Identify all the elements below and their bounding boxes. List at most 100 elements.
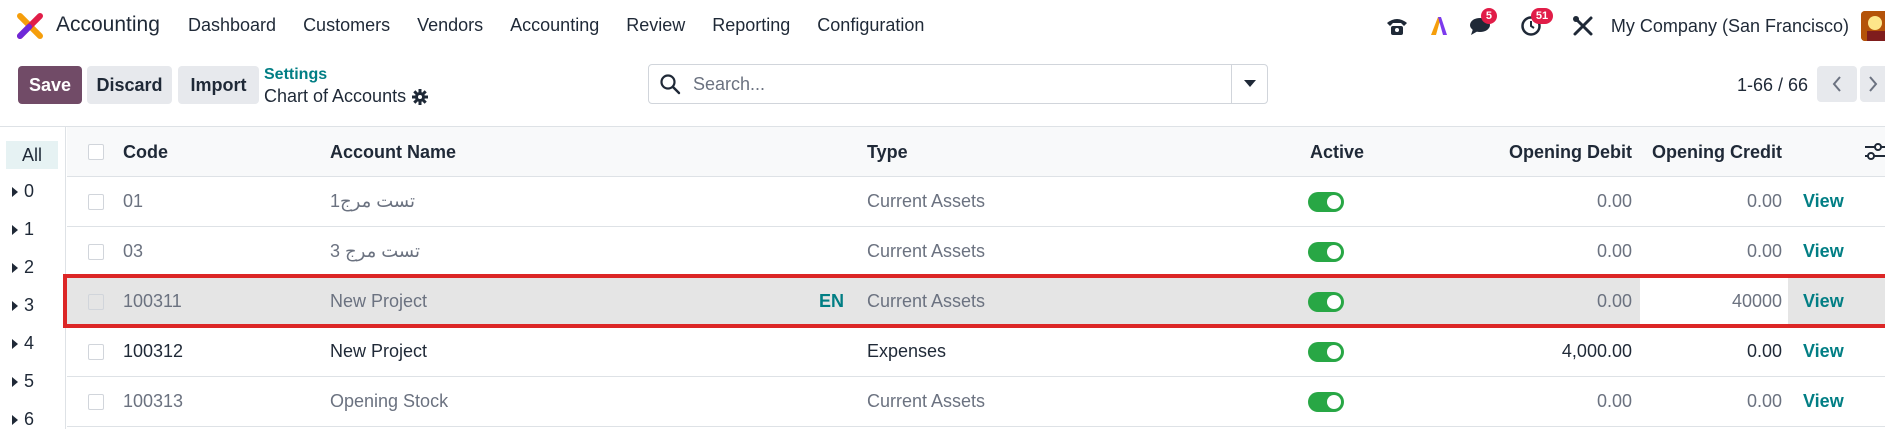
table-row[interactable]: 100313 Opening Stock Current Assets 0.00… — [67, 377, 1885, 427]
table-row-selected[interactable]: 100311 New Project EN Current Assets 0.0… — [67, 277, 1885, 327]
app-name[interactable]: Accounting — [56, 13, 160, 37]
caret-right-icon — [12, 376, 18, 387]
side-item-group[interactable]: 0 — [12, 181, 34, 202]
cell-opening-debit[interactable]: 0.00 — [1467, 191, 1632, 212]
cell-code[interactable]: 100311 — [123, 291, 182, 312]
column-header-type[interactable]: Type — [867, 142, 908, 163]
main-menu: Dashboard Customers Vendors Accounting R… — [188, 15, 951, 36]
cell-opening-credit[interactable]: 0.00 — [1647, 391, 1782, 412]
active-toggle[interactable] — [1308, 342, 1344, 362]
column-header-code[interactable]: Code — [123, 142, 168, 163]
side-item-label: 0 — [24, 181, 35, 201]
cell-account-name[interactable]: تست مرج1 — [330, 191, 415, 212]
side-item-label: 6 — [24, 409, 35, 429]
row-checkbox[interactable] — [88, 244, 104, 260]
cell-opening-credit[interactable]: 40000 — [1647, 291, 1782, 312]
cell-code: 01 — [123, 191, 144, 211]
cell-type[interactable]: Expenses — [867, 341, 946, 362]
cell-opening-credit[interactable]: 0.00 — [1647, 191, 1782, 212]
side-item-label: 3 — [24, 295, 35, 315]
cell-opening-credit[interactable]: 0.00 — [1647, 241, 1782, 262]
caret-right-icon — [12, 414, 18, 425]
side-item-group[interactable]: 3 — [12, 295, 34, 316]
search-options-toggle[interactable] — [1231, 65, 1267, 103]
discard-button[interactable]: Discard — [87, 66, 172, 104]
table-row[interactable]: 100312 New Project Expenses 4,000.00 0.0… — [67, 327, 1885, 377]
chat-icon[interactable]: 5 — [1467, 8, 1498, 40]
gear-icon[interactable] — [411, 88, 429, 106]
side-item-label: 5 — [24, 371, 35, 391]
view-button[interactable]: View — [1803, 391, 1844, 412]
menu-customers[interactable]: Customers — [303, 15, 390, 36]
search-input[interactable] — [693, 73, 1223, 95]
menu-dashboard[interactable]: Dashboard — [188, 15, 276, 36]
cell-opening-debit[interactable]: 0.00 — [1467, 291, 1632, 312]
column-header-account-name[interactable]: Account Name — [330, 142, 456, 163]
menu-configuration[interactable]: Configuration — [817, 15, 924, 36]
column-header-opening-credit[interactable]: Opening Credit — [1647, 142, 1782, 163]
column-header-opening-debit[interactable]: Opening Debit — [1467, 142, 1632, 163]
menu-review[interactable]: Review — [626, 15, 685, 36]
chevron-left-icon — [1832, 76, 1841, 92]
cell-account-name[interactable]: Opening Stock — [330, 391, 448, 412]
side-item-all[interactable]: All — [6, 141, 58, 169]
phone-icon[interactable] — [1383, 12, 1411, 40]
odoo-accounting-logo-icon[interactable] — [16, 12, 44, 40]
menu-vendors[interactable]: Vendors — [417, 15, 483, 36]
page-title: Chart of Accounts — [264, 86, 407, 106]
side-item-group[interactable]: 2 — [12, 257, 34, 278]
cell-type[interactable]: Current Assets — [867, 191, 985, 212]
group-side-panel: All 0 1 2 3 4 5 6 — [0, 127, 66, 429]
cell-type[interactable]: Current Assets — [867, 291, 985, 312]
row-checkbox[interactable] — [88, 394, 104, 410]
active-toggle[interactable] — [1308, 292, 1344, 312]
ai-icon[interactable] — [1425, 12, 1453, 40]
view-button[interactable]: View — [1803, 291, 1844, 312]
active-toggle[interactable] — [1308, 392, 1344, 412]
cell-opening-debit[interactable]: 4,000.00 — [1467, 341, 1632, 362]
import-button[interactable]: Import — [178, 66, 259, 104]
cell-account-name[interactable]: New Project — [330, 291, 427, 312]
table-row[interactable]: 03 تست مرج 3 Current Assets 0.00 0.00 Vi… — [67, 227, 1885, 277]
cell-account-name[interactable]: New Project — [330, 341, 427, 362]
view-button[interactable]: View — [1803, 191, 1844, 212]
side-item-group[interactable]: 5 — [12, 371, 34, 392]
select-all-checkbox[interactable] — [88, 144, 104, 160]
cell-type[interactable]: Current Assets — [867, 241, 985, 262]
tools-icon[interactable] — [1569, 12, 1597, 40]
cell-code: 100312 — [123, 341, 184, 361]
breadcrumb-settings[interactable]: Settings — [264, 66, 327, 84]
table-row[interactable]: 01 تست مرج1 Current Assets 0.00 0.00 Vie… — [67, 177, 1885, 227]
row-checkbox[interactable] — [88, 294, 104, 310]
pager-next-button[interactable] — [1860, 66, 1885, 102]
pager-value[interactable]: 1-66 / 66 — [1737, 75, 1808, 96]
clock-icon[interactable]: 51 — [1517, 8, 1554, 40]
cell-account-name[interactable]: تست مرج 3 — [330, 241, 420, 262]
avatar[interactable] — [1861, 11, 1885, 41]
view-button[interactable]: View — [1803, 241, 1844, 262]
cell-opening-credit[interactable]: 0.00 — [1647, 341, 1782, 362]
cell-code: 100313 — [123, 391, 184, 411]
side-item-group[interactable]: 1 — [12, 219, 34, 240]
menu-accounting[interactable]: Accounting — [510, 15, 599, 36]
translation-language-button[interactable]: EN — [819, 291, 844, 312]
cell-opening-debit[interactable]: 0.00 — [1467, 241, 1632, 262]
company-switcher[interactable]: My Company (San Francisco) — [1611, 16, 1849, 37]
column-header-active[interactable]: Active — [1310, 142, 1364, 163]
side-item-group[interactable]: 6 — [12, 409, 34, 429]
cell-type[interactable]: Current Assets — [867, 391, 985, 412]
view-button[interactable]: View — [1803, 341, 1844, 362]
side-item-group[interactable]: 4 — [12, 333, 34, 354]
menu-reporting[interactable]: Reporting — [712, 15, 790, 36]
save-button[interactable]: Save — [18, 66, 82, 104]
table-header: Code Account Name Type Active Opening De… — [67, 127, 1885, 177]
cell-opening-debit[interactable]: 0.00 — [1467, 391, 1632, 412]
row-checkbox[interactable] — [88, 194, 104, 210]
active-toggle[interactable] — [1308, 242, 1344, 262]
pager-previous-button[interactable] — [1817, 66, 1857, 102]
caret-right-icon — [12, 186, 18, 197]
optional-columns-icon[interactable] — [1863, 141, 1885, 163]
side-item-label: 4 — [24, 333, 35, 353]
active-toggle[interactable] — [1308, 192, 1344, 212]
row-checkbox[interactable] — [88, 344, 104, 360]
